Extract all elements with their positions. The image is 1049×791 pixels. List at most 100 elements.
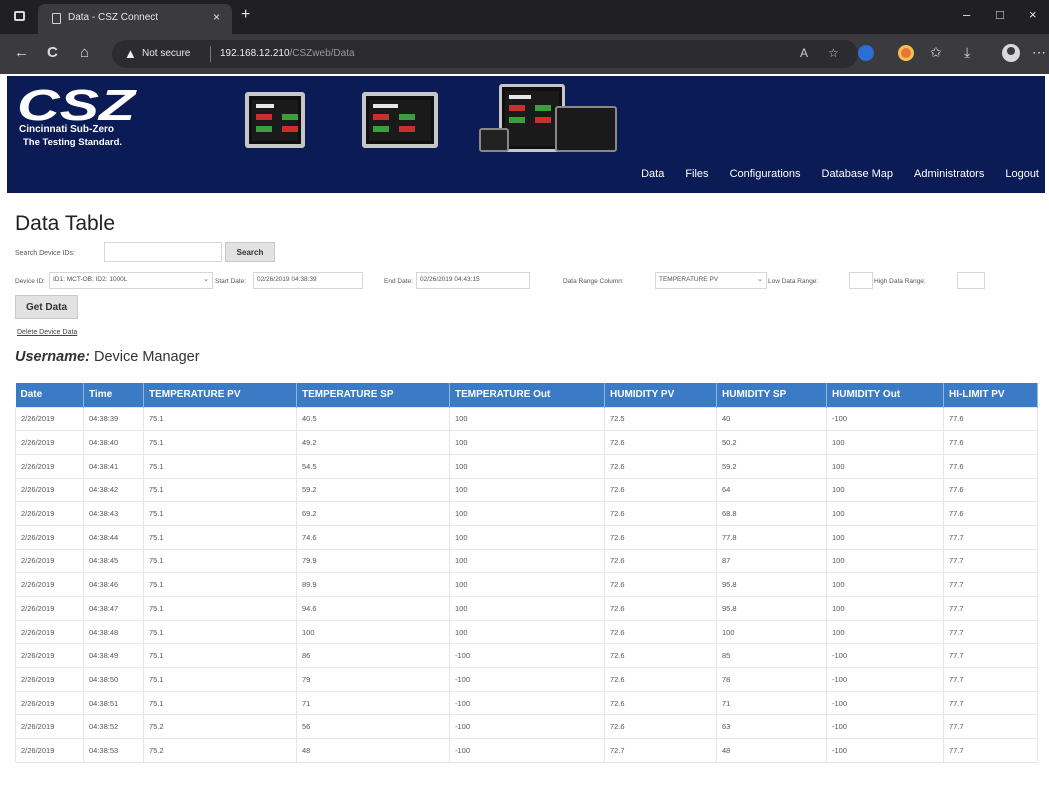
table-cell: 2/26/2019 (15, 738, 84, 763)
logo-text: CSZ (17, 84, 137, 124)
extension-orange-icon[interactable] (898, 45, 914, 61)
high-data-range-input[interactable] (957, 272, 985, 289)
settings-menu-icon[interactable]: ⋯ (1032, 44, 1046, 61)
device-id-select[interactable]: ID1: MCT-OB; ID2: 1000L ⌄ (49, 272, 213, 289)
profile-avatar[interactable] (1002, 44, 1020, 62)
table-cell: -100 (449, 643, 605, 669)
table-cell: 100 (449, 572, 605, 597)
download-icon[interactable]: ⤓ (964, 44, 970, 61)
table-cell: 75.1 (143, 406, 297, 432)
start-date-input[interactable]: 02/26/2019 04:38:39 (253, 272, 363, 289)
csz-logo[interactable]: CSZ (17, 84, 137, 124)
column-header[interactable]: TEMPERATURE Out (449, 383, 605, 407)
extension-icon[interactable] (858, 45, 874, 61)
maximize-button[interactable]: □ (996, 7, 1004, 22)
table-row: 2/26/2019 04:38:41 75.1 54.5 100 72.6 59.2 100 7… (15, 453, 1038, 479)
table-row: 2/26/2019 04:38:51 75.1 71 -100 72.6 71 -100 77.… (15, 690, 1038, 716)
table-cell: 100 (296, 619, 450, 645)
browser-tab[interactable]: Data - CSZ Connect × (38, 4, 232, 34)
table-cell: 100 (449, 453, 605, 479)
table-cell: 77.6 (943, 477, 1038, 503)
tab-close-icon[interactable]: × (213, 10, 220, 24)
nav-configurations[interactable]: Configurations (730, 168, 801, 180)
read-aloud-icon[interactable]: A (800, 46, 808, 60)
table-cell: 04:38:48 (83, 619, 144, 645)
table-row: 2/26/2019 04:38:40 75.1 49.2 100 72.6 50.2 100 7… (15, 430, 1038, 455)
table-cell: 2/26/2019 (15, 619, 84, 645)
device-id-label: Device ID: (15, 278, 45, 285)
table-cell: 2/26/2019 (15, 596, 84, 621)
table-cell: 2/26/2019 (15, 453, 84, 479)
new-tab-button[interactable]: + (241, 6, 250, 24)
table-cell: -100 (449, 714, 605, 740)
table-cell: 04:38:47 (83, 596, 144, 621)
get-data-button[interactable]: Get Data (15, 295, 78, 319)
table-cell: 72.6 (604, 453, 717, 479)
table-cell: 72.6 (604, 596, 717, 621)
column-header[interactable]: HUMIDITY SP (716, 383, 827, 407)
home-icon[interactable]: ⌂ (80, 44, 89, 61)
column-header[interactable]: TEMPERATURE PV (143, 383, 297, 407)
close-window-button[interactable]: × (1029, 7, 1037, 22)
nav-data[interactable]: Data (641, 168, 664, 180)
table-cell: 04:38:46 (83, 572, 144, 597)
table-cell: 89.9 (296, 572, 450, 597)
column-header[interactable]: Time (83, 383, 144, 407)
column-header[interactable]: TEMPERATURE SP (296, 383, 450, 407)
table-row: 2/26/2019 04:38:43 75.1 69.2 100 72.6 68.8 100 7… (15, 501, 1038, 526)
nav-files[interactable]: Files (685, 168, 708, 180)
nav-logout[interactable]: Logout (1005, 168, 1039, 180)
low-data-range-input[interactable] (849, 272, 873, 289)
table-cell: 100 (826, 596, 944, 621)
table-cell: 72.6 (604, 690, 717, 716)
browser-toolbar: ← C ⌂ ▲ Not secure 192.168.12.210/CSZweb… (0, 34, 1049, 74)
favorites-icon[interactable]: ✩ (930, 44, 942, 61)
window-menu-icon[interactable] (14, 11, 25, 21)
minimize-button[interactable]: – (963, 7, 970, 22)
table-cell: 100 (826, 619, 944, 645)
column-header[interactable]: Date (15, 383, 84, 407)
table-cell: 79 (296, 667, 450, 692)
search-button[interactable]: Search (225, 242, 275, 262)
table-cell: 77.7 (943, 643, 1038, 669)
table-cell: -100 (826, 738, 944, 763)
table-cell: 77.7 (943, 524, 1038, 550)
address-bar[interactable]: ▲ Not secure 192.168.12.210/CSZweb/Data … (112, 40, 858, 68)
table-cell: 04:38:40 (83, 430, 144, 455)
url-text[interactable]: 192.168.12.210/CSZweb/Data (220, 48, 355, 59)
data-range-column-select[interactable]: TEMPERATURE PV ⌄ (655, 272, 767, 289)
table-cell: 87 (716, 548, 827, 574)
tablet-image (555, 106, 617, 152)
table-cell: 2/26/2019 (15, 572, 84, 597)
table-cell: 04:38:42 (83, 477, 144, 503)
column-header[interactable]: HUMIDITY PV (604, 383, 717, 407)
table-row: 2/26/2019 04:38:46 75.1 89.9 100 72.6 95.8 100 7… (15, 572, 1038, 597)
table-cell: 49.2 (296, 430, 450, 455)
table-cell: 2/26/2019 (15, 524, 84, 550)
username-value: Device Manager (93, 349, 200, 365)
nav-database-map[interactable]: Database Map (822, 168, 894, 180)
not-secure-label[interactable]: Not secure (142, 48, 190, 59)
favorite-star-icon[interactable]: ☆ (828, 46, 839, 60)
table-cell: 2/26/2019 (15, 643, 84, 669)
table-cell: 100 (826, 572, 944, 597)
table-cell: -100 (826, 690, 944, 716)
end-date-input[interactable]: 02/26/2019 04:43:15 (416, 272, 530, 289)
table-cell: 71 (716, 690, 827, 716)
delete-device-data-link[interactable]: Delete Device Data (17, 329, 77, 336)
table-cell: 04:38:50 (83, 667, 144, 692)
table-cell: 100 (449, 430, 605, 455)
table-cell: 72.6 (604, 548, 717, 574)
nav-administrators[interactable]: Administrators (914, 168, 984, 180)
table-cell: 59.2 (716, 453, 827, 479)
column-header[interactable]: HI-LIMIT PV (943, 383, 1038, 407)
phone-image (479, 128, 509, 152)
table-cell: 72.6 (604, 477, 717, 503)
search-device-input[interactable] (104, 242, 222, 262)
column-header[interactable]: HUMIDITY Out (826, 383, 944, 407)
table-cell: 77.7 (943, 619, 1038, 645)
logo-company-name: Cincinnati Sub-Zero (19, 124, 114, 135)
back-icon[interactable]: ← (14, 44, 29, 61)
table-cell: 100 (449, 477, 605, 503)
refresh-icon[interactable]: C (47, 44, 58, 61)
